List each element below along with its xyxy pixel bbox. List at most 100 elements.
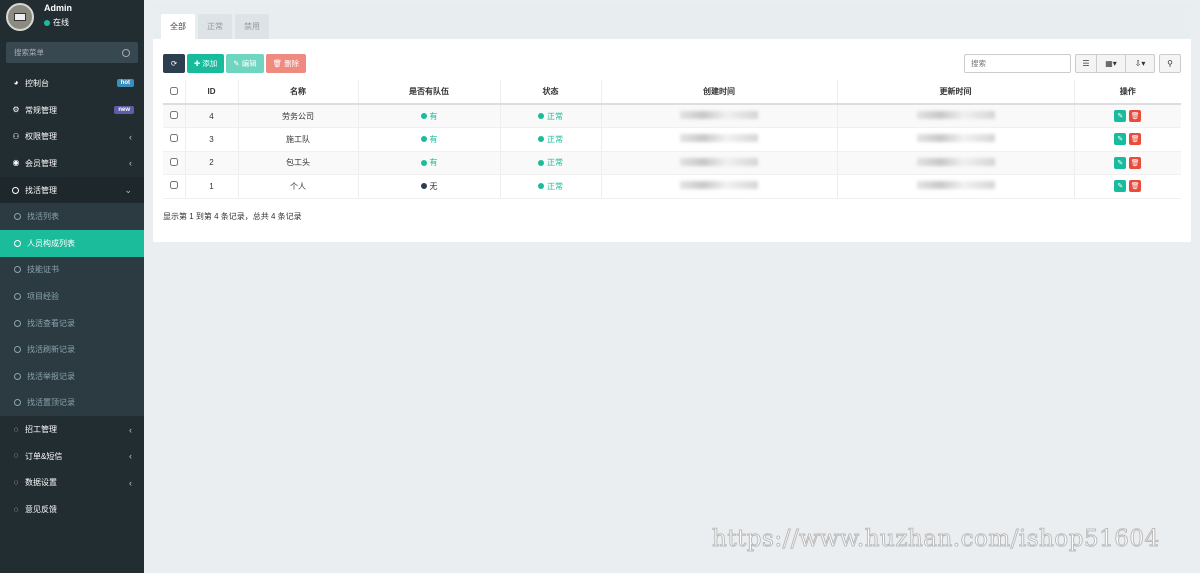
column-header-created[interactable]: 创建时间	[601, 80, 838, 105]
table-row[interactable]: 2 包工头 有 正常 ✎ 🗑	[163, 151, 1181, 175]
export-button[interactable]: ⇩▾	[1126, 54, 1155, 73]
row-select-cell	[163, 151, 186, 175]
search-icon[interactable]	[122, 48, 130, 57]
watermark: https://www.huzhan.com/ishop51604	[712, 526, 1160, 553]
delete-row-button[interactable]: 🗑	[1129, 133, 1142, 146]
chevron-left-icon: ‹	[129, 451, 132, 462]
sidebar-item-recruit[interactable]: ◌ 招工管理 ‹	[0, 416, 144, 443]
toggle-view-button[interactable]: ☰	[1075, 54, 1097, 73]
column-header-name[interactable]: 名称	[238, 80, 359, 105]
circle-icon	[14, 346, 21, 354]
team-text: 有	[429, 134, 438, 144]
tab-all[interactable]: 全部	[161, 14, 195, 39]
sidebar-subitem[interactable]: 找活置顶记录	[0, 390, 144, 417]
pagination-info: 显示第 1 到第 4 条记录，总共 4 条记录	[163, 212, 302, 221]
circle-icon: ◌	[13, 477, 19, 487]
ops-cell: ✎ 🗑	[1074, 104, 1181, 128]
sidebar-item-general[interactable]: ⚙ 常规管理 new	[0, 97, 144, 124]
search-toggle-button[interactable]: ⚲	[1159, 54, 1181, 73]
delete-row-button[interactable]: 🗑	[1129, 110, 1142, 122]
delete-row-button[interactable]: 🗑	[1129, 180, 1142, 193]
add-button[interactable]: ✚ 添加	[187, 54, 225, 73]
team-status: 有	[420, 134, 438, 145]
avatar[interactable]	[6, 3, 34, 31]
tab-disabled[interactable]: 禁用	[235, 14, 269, 39]
status-dot-icon	[538, 136, 544, 143]
list-icon: ☰	[1082, 59, 1090, 68]
hot-badge: hot	[116, 79, 134, 87]
created-cell	[601, 174, 838, 199]
sidebar-item-label: 控制台	[25, 78, 49, 88]
edit-row-button[interactable]: ✎	[1114, 180, 1127, 193]
user-circle-icon: ◉	[12, 158, 20, 168]
sidebar-item-feedback[interactable]: ◌ 意见反馈	[0, 496, 144, 523]
column-header-updated[interactable]: 更新时间	[837, 80, 1075, 105]
column-header-team[interactable]: 是否有队伍	[358, 80, 501, 105]
column-header-ops: 操作	[1074, 80, 1181, 105]
sidebar-subitem-label: 找活列表	[27, 212, 59, 222]
sidebar-item-orders[interactable]: ◌ 订单&短信 ‹	[0, 443, 144, 470]
sidebar-item-label: 招工管理	[25, 425, 57, 435]
row-checkbox[interactable]	[169, 157, 178, 166]
status-text: 正常	[547, 181, 563, 191]
blurred-timestamp	[916, 181, 995, 190]
sidebar-subitem[interactable]: 找活举报记录	[0, 363, 144, 390]
sidebar-subitem[interactable]: 找活刷新记录	[0, 336, 144, 363]
row-checkbox[interactable]	[169, 181, 178, 190]
column-header-status[interactable]: 状态	[500, 80, 602, 105]
plus-icon: ✚	[194, 59, 201, 68]
export-icon: ⇩▾	[1134, 59, 1146, 68]
edit-row-button[interactable]: ✎	[1114, 156, 1127, 169]
table-row[interactable]: 1 个人 无 正常 ✎ 🗑	[163, 174, 1181, 199]
toolbar: ⟳ ✚ 添加 ✎ 编辑 🗑 删除	[163, 54, 307, 73]
circle-icon	[14, 372, 21, 380]
table-row[interactable]: 4 劳务公司 有 正常 ✎ 🗑	[163, 104, 1181, 128]
refresh-button[interactable]: ⟳	[163, 54, 185, 73]
row-checkbox[interactable]	[169, 134, 178, 143]
updated-cell	[837, 104, 1075, 128]
circle-icon	[14, 266, 21, 274]
sidebar-subitem-active[interactable]: 人员构成列表	[0, 230, 144, 257]
tab-normal[interactable]: 正常	[198, 14, 232, 39]
chevron-down-icon: ⌄	[124, 184, 132, 195]
table-row[interactable]: 3 施工队 有 正常 ✎ 🗑	[163, 127, 1181, 152]
sidebar: Admin 在线 ◕ 控制台 hot ⚙ 常规管理 new ⚇ 权限管理 ‹ ◉…	[0, 0, 144, 573]
circle-icon: ◌	[13, 451, 19, 461]
sidebar-subitem[interactable]: 找活列表	[0, 203, 144, 230]
status-text: 正常	[547, 134, 563, 144]
sidebar-subitem[interactable]: 项目经验	[0, 283, 144, 310]
sidebar-item-data-settings[interactable]: ◌ 数据设置 ‹	[0, 470, 144, 497]
sidebar-subitem[interactable]: 找活查看记录	[0, 310, 144, 337]
sidebar-item-auth[interactable]: ⚇ 权限管理 ‹	[0, 123, 144, 150]
status-dot-icon	[538, 113, 544, 119]
sidebar-item-label: 意见反馈	[25, 505, 57, 515]
columns-button[interactable]: ▦▾	[1097, 54, 1126, 73]
circle-icon	[14, 399, 21, 407]
sidebar-menu: ◕ 控制台 hot ⚙ 常规管理 new ⚇ 权限管理 ‹ ◉ 会员管理 ‹ 找…	[0, 70, 144, 523]
status-cell: 正常	[500, 127, 602, 152]
sidebar-item-label: 订单&短信	[25, 451, 63, 461]
status-cell: 正常	[500, 151, 602, 175]
sidebar-search-input[interactable]	[14, 48, 114, 57]
sidebar-item-job-seek[interactable]: 找活管理 ⌄	[0, 176, 144, 204]
select-all-checkbox[interactable]	[169, 86, 178, 95]
sidebar-item-member[interactable]: ◉ 会员管理 ‹	[0, 150, 144, 177]
row-checkbox[interactable]	[169, 111, 178, 119]
edit-button[interactable]: ✎ 编辑	[226, 54, 264, 73]
user-status-text: 在线	[53, 18, 69, 27]
sidebar-subitem[interactable]: 技能证书	[0, 257, 144, 284]
blurred-timestamp	[916, 111, 995, 119]
table-header-row: ID 名称 是否有队伍 状态 创建时间 更新时间 操作	[163, 80, 1181, 105]
row-select-cell	[163, 127, 186, 152]
edit-row-button[interactable]: ✎	[1114, 110, 1127, 122]
delete-row-button[interactable]: 🗑	[1129, 156, 1142, 169]
column-header-id[interactable]: ID	[185, 80, 239, 105]
table-search-input[interactable]	[964, 54, 1071, 73]
delete-button[interactable]: 🗑 删除	[265, 54, 307, 73]
id-cell: 4	[185, 104, 239, 128]
sidebar-item-label: 会员管理	[25, 158, 57, 168]
sidebar-item-dashboard[interactable]: ◕ 控制台 hot	[0, 70, 144, 97]
chevron-left-icon: ‹	[129, 131, 132, 142]
edit-row-button[interactable]: ✎	[1114, 133, 1127, 146]
circle-icon	[14, 293, 21, 301]
